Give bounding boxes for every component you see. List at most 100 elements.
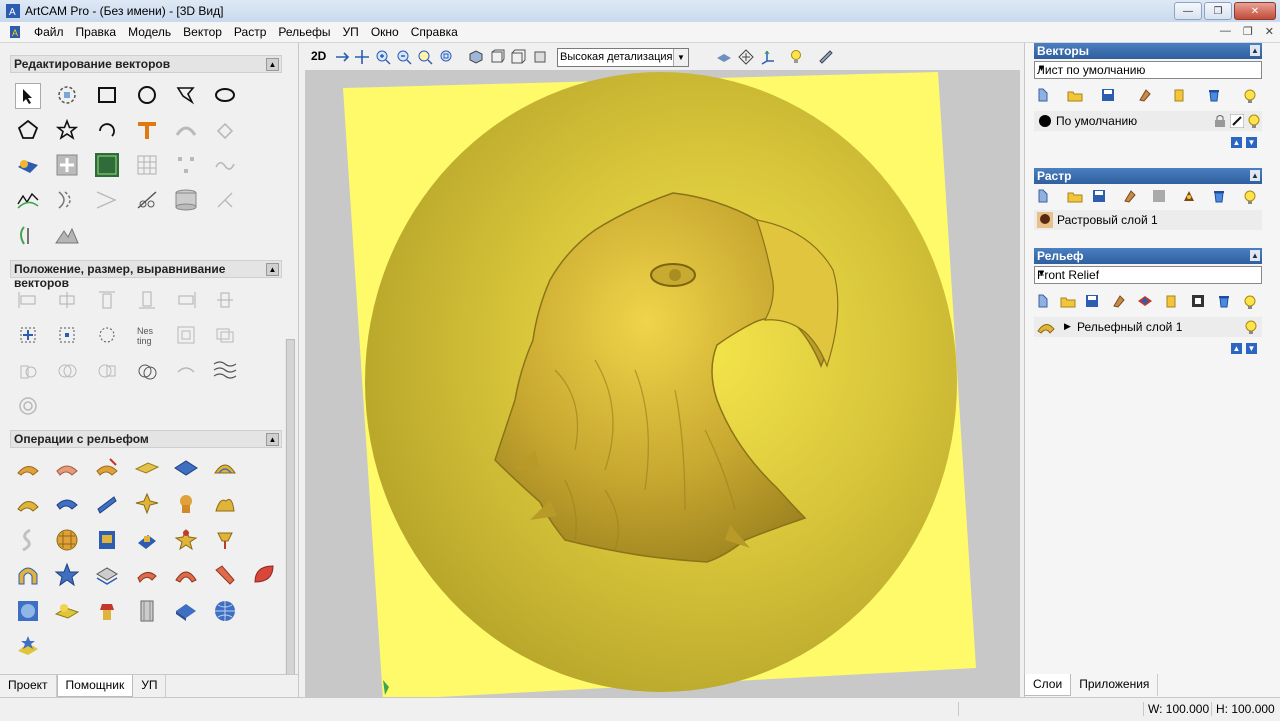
render-quality-select[interactable]: Высокая детализация ▼: [557, 48, 689, 67]
menu-help[interactable]: Справка: [405, 25, 464, 39]
relief-layers-icon[interactable]: [94, 562, 120, 588]
menu-vector[interactable]: Вектор: [177, 25, 228, 39]
align-right-icon[interactable]: [173, 287, 199, 313]
open-folder-icon[interactable]: [1060, 294, 1076, 310]
delete-layer-icon[interactable]: [1207, 88, 1223, 104]
relief-swept-icon[interactable]: [15, 527, 41, 553]
side-view-icon[interactable]: [531, 48, 549, 66]
relief-render-icon[interactable]: [15, 633, 41, 659]
raster-header[interactable]: Растр ▲: [1034, 168, 1262, 184]
vector-layer-row[interactable]: По умолчанию: [1034, 111, 1262, 131]
relief-spin-icon[interactable]: [134, 491, 160, 517]
maximize-button[interactable]: ❐: [1204, 2, 1232, 20]
menu-window[interactable]: Окно: [365, 25, 405, 39]
section-relief-operations[interactable]: Операции с рельефом ▲: [10, 430, 282, 448]
top-view-icon[interactable]: [488, 48, 506, 66]
pen-icon[interactable]: [1230, 114, 1244, 128]
delete-layer-icon[interactable]: [1217, 294, 1233, 310]
menu-edit[interactable]: Правка: [70, 25, 123, 39]
zoom-out-icon[interactable]: [395, 48, 413, 66]
save-icon[interactable]: [1101, 88, 1117, 104]
raster-layer-row[interactable]: Растровый слой 1: [1034, 210, 1262, 230]
relief-texture-icon[interactable]: [173, 527, 199, 553]
subtract-icon[interactable]: [94, 358, 120, 384]
merge-icon[interactable]: [1112, 294, 1128, 310]
relief-sphere-grid-icon[interactable]: [15, 598, 41, 624]
open-folder-icon[interactable]: [1067, 189, 1083, 205]
star-tool-icon[interactable]: [54, 117, 80, 143]
menu-toolpaths[interactable]: УП: [337, 25, 365, 39]
bulb-visibility-icon[interactable]: [1242, 189, 1258, 205]
nodes-icon[interactable]: [173, 152, 199, 178]
offset-vector-icon[interactable]: [54, 187, 80, 213]
wrap-icon[interactable]: [173, 358, 199, 384]
align-center-v-icon[interactable]: [212, 287, 238, 313]
wireframe-view-icon[interactable]: [737, 48, 755, 66]
bulb-visibility-icon[interactable]: [1242, 88, 1258, 104]
relief-offset-icon[interactable]: [94, 455, 120, 481]
relief-globe-icon[interactable]: [212, 598, 238, 624]
collapse-icon[interactable]: ▲: [266, 58, 279, 71]
collapse-icon[interactable]: ▲: [1250, 250, 1260, 261]
smooth-vector-icon[interactable]: [15, 187, 41, 213]
vector-shape-icon[interactable]: [212, 117, 238, 143]
vectors-header[interactable]: Векторы ▲: [1034, 43, 1262, 59]
image-icon[interactable]: [1182, 189, 1198, 205]
select-tool-icon[interactable]: [15, 83, 41, 109]
bitmap-to-vector-icon[interactable]: [54, 152, 80, 178]
zoom-window-icon[interactable]: [438, 48, 456, 66]
move-up-icon[interactable]: ▲: [1231, 137, 1242, 148]
chevron-down-icon[interactable]: ▼: [673, 49, 688, 66]
bulb-visibility-icon[interactable]: [1244, 319, 1258, 335]
menu-file[interactable]: Файл: [28, 25, 70, 39]
relief-shape-icon[interactable]: [54, 455, 80, 481]
relief-hat-icon[interactable]: [94, 598, 120, 624]
relief-leaf-icon[interactable]: [251, 562, 277, 588]
align-left-icon[interactable]: [15, 287, 41, 313]
chevron-down-icon[interactable]: ▼: [1037, 63, 1259, 73]
tool-spiral-icon[interactable]: [15, 393, 41, 419]
menu-bitmap[interactable]: Растр: [228, 25, 272, 39]
relief-turn-icon[interactable]: [173, 491, 199, 517]
trim-vector-icon[interactable]: [134, 187, 160, 213]
bulb-visibility-icon[interactable]: [1242, 294, 1258, 310]
iso-view-icon[interactable]: [467, 48, 485, 66]
weld-icon[interactable]: [54, 358, 80, 384]
import-vectors-icon[interactable]: [15, 152, 41, 178]
relief-sculpt-icon[interactable]: [54, 491, 80, 517]
text-on-curve-icon[interactable]: [173, 117, 199, 143]
chevron-down-icon[interactable]: ▼: [1037, 268, 1259, 278]
rotate-vector-icon[interactable]: [94, 322, 120, 348]
pattern-icon[interactable]: [212, 358, 238, 384]
relief-cube-icon[interactable]: [173, 598, 199, 624]
close-button[interactable]: ✕: [1234, 2, 1276, 20]
collapse-icon[interactable]: ▲: [266, 263, 279, 276]
expand-arrow-icon[interactable]: ▶: [1064, 321, 1071, 332]
collapse-icon[interactable]: ▲: [1250, 45, 1260, 56]
3d-viewport[interactable]: [305, 70, 1020, 697]
split-vector-icon[interactable]: [212, 187, 238, 213]
relief-extrude-icon[interactable]: [212, 491, 238, 517]
relief-erase-icon[interactable]: [212, 562, 238, 588]
new-layer-icon[interactable]: [1036, 88, 1052, 104]
section-position-size-align[interactable]: Положение, размер, выравнивание векторов…: [10, 260, 282, 290]
lock-icon[interactable]: [1214, 114, 1226, 128]
mdi-minimize-button[interactable]: —: [1220, 25, 1231, 38]
ellipse-tool-icon[interactable]: [212, 82, 238, 108]
delete-layer-icon[interactable]: [1212, 189, 1228, 205]
zoom-in-icon[interactable]: [374, 48, 392, 66]
align-bottom-icon[interactable]: [134, 287, 160, 313]
new-layer-icon[interactable]: [1036, 294, 1052, 310]
scale-vector-icon[interactable]: [54, 322, 80, 348]
relief-scale-icon[interactable]: [15, 455, 41, 481]
lock-layer-icon[interactable]: [1172, 88, 1188, 104]
polygon-tool-icon[interactable]: [15, 117, 41, 143]
intersect-icon[interactable]: [134, 358, 160, 384]
move-down-icon[interactable]: ▼: [1246, 137, 1257, 148]
spline-cylinder-icon[interactable]: [173, 187, 199, 213]
light-bulb-icon[interactable]: [787, 48, 805, 66]
tab-assistant[interactable]: Помощник: [56, 675, 134, 697]
arc-tool-icon[interactable]: [94, 117, 120, 143]
bulb-visibility-icon[interactable]: [1247, 113, 1261, 129]
collapse-icon[interactable]: ▲: [1250, 170, 1260, 181]
